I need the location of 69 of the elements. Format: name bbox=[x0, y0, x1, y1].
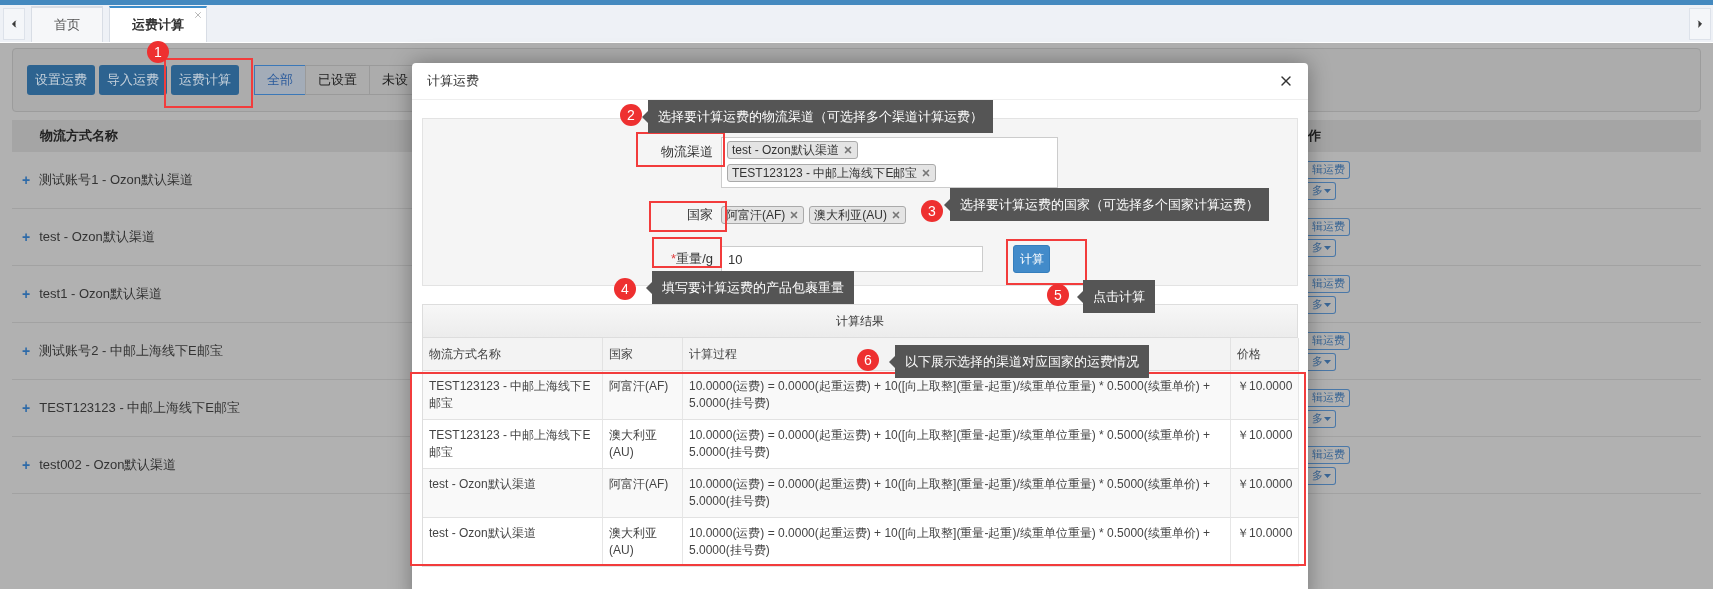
callout-tooltip: 选择要计算运费的国家（可选择多个国家计算运费） bbox=[944, 188, 1269, 221]
expand-icon[interactable]: + bbox=[22, 457, 31, 473]
caret-icon bbox=[1324, 245, 1331, 250]
caret-icon bbox=[1324, 302, 1331, 307]
table-cell: 测试账号2 - 中邮上海线下E邮宝 bbox=[39, 342, 223, 360]
column-header: 物流方式名称 bbox=[423, 338, 603, 371]
table-cell: 澳大利亚(AU) bbox=[603, 420, 683, 469]
dialog-title: 计算运费 bbox=[427, 72, 479, 90]
country-tag: 澳大利亚(AU) bbox=[809, 206, 906, 224]
table-cell: ￥10.0000 bbox=[1231, 518, 1300, 567]
table-cell: ￥10.0000 bbox=[1231, 469, 1300, 518]
weight-input[interactable]: 10 bbox=[721, 246, 983, 272]
table-cell: 10.0000(运费) = 0.0000(起重运费) + 10([向上取整](重量-起重)/续重单位重量) * 0.5000(续重单价) + 5.0000(挂号费) bbox=[683, 518, 1231, 567]
table-cell: ￥10.0000 bbox=[1231, 371, 1300, 420]
table-cell: 10.0000(运费) = 0.0000(起重运费) + 10([向上取整](重量-起重)/续重单位重量) * 0.5000(续重单价) + 5.0000(挂号费) bbox=[683, 371, 1231, 420]
expand-icon[interactable]: + bbox=[22, 343, 31, 359]
channel-tag: test - Ozon默认渠道 bbox=[727, 141, 858, 159]
column-header: 作 bbox=[1308, 120, 1701, 152]
field-label: *重量/g bbox=[671, 250, 713, 268]
expand-icon[interactable]: + bbox=[22, 172, 31, 188]
callout-tooltip: 填写要计算运费的产品包裹重量 bbox=[646, 271, 854, 304]
column-header: 价格 bbox=[1231, 338, 1300, 371]
caret-icon bbox=[1324, 416, 1331, 421]
table-cell: 阿富汗(AF) bbox=[603, 371, 683, 420]
table-cell: TEST123123 - 中邮上海线下E邮宝 bbox=[39, 399, 240, 417]
table-cell: ￥10.0000 bbox=[1231, 420, 1300, 469]
remove-icon[interactable] bbox=[921, 168, 932, 178]
callout-tooltip: 以下展示选择的渠道对应国家的运费情况 bbox=[889, 345, 1149, 378]
country-tag: 阿富汗(AF) bbox=[721, 206, 805, 224]
table-cell: 10.0000(运费) = 0.0000(起重运费) + 10([向上取整](重量-起重)/续重单位重量) * 0.5000(续重单价) + 5.0000(挂号费) bbox=[683, 420, 1231, 469]
scroll-left-button[interactable] bbox=[3, 8, 25, 40]
column-header: 国家 bbox=[603, 338, 683, 371]
table-cell: 阿富汗(AF) bbox=[603, 469, 683, 518]
callout-tooltip: 点击计算 bbox=[1077, 280, 1155, 313]
tab[interactable]: 运费计算 bbox=[109, 6, 207, 42]
table-cell: test - Ozon默认渠道 bbox=[39, 228, 155, 246]
channel-tag: TEST123123 - 中邮上海线下E邮宝 bbox=[727, 164, 937, 182]
scroll-right-button[interactable] bbox=[1689, 8, 1711, 40]
expand-icon[interactable]: + bbox=[22, 400, 31, 416]
channel-select[interactable]: test - Ozon默认渠道 TEST123123 - 中邮上海线下E邮宝 bbox=[721, 137, 1058, 188]
toolbar-button[interactable]: 导入运费 bbox=[99, 65, 167, 95]
table-cell: 测试账号1 - Ozon默认渠道 bbox=[39, 171, 194, 189]
table-cell: 澳大利亚(AU) bbox=[603, 518, 683, 567]
table-cell: test002 - Ozon默认渠道 bbox=[39, 456, 177, 474]
tab[interactable]: 首页 bbox=[31, 6, 103, 42]
callout-tooltip: 选择要计算运费的物流渠道（可选择多个渠道计算运费） bbox=[642, 100, 993, 133]
expand-icon[interactable]: + bbox=[22, 229, 31, 245]
table-cell: 10.0000(运费) = 0.0000(起重运费) + 10([向上取整](重量-起重)/续重单位重量) * 0.5000(续重单价) + 5.0000(挂号费) bbox=[683, 469, 1231, 518]
toolbar-button[interactable]: 运费计算 bbox=[171, 65, 239, 95]
close-icon[interactable] bbox=[193, 10, 203, 20]
remove-icon[interactable] bbox=[891, 210, 901, 220]
table-cell: test1 - Ozon默认渠道 bbox=[39, 285, 162, 303]
table-cell: TEST123123 - 中邮上海线下E邮宝 bbox=[423, 420, 603, 469]
table-cell: test - Ozon默认渠道 bbox=[423, 469, 603, 518]
caret-icon bbox=[1324, 473, 1331, 478]
highlight-frame bbox=[652, 237, 722, 268]
expand-icon[interactable]: + bbox=[22, 286, 31, 302]
calculate-button[interactable]: 计算 bbox=[1013, 245, 1050, 273]
caret-icon bbox=[1324, 359, 1331, 364]
filter-button[interactable]: 全部 bbox=[254, 65, 306, 95]
table-cell: TEST123123 - 中邮上海线下E邮宝 bbox=[423, 371, 603, 420]
field-label: 国家 bbox=[687, 206, 713, 224]
caret-icon bbox=[1324, 188, 1331, 193]
remove-icon[interactable] bbox=[789, 210, 800, 220]
table-cell: test - Ozon默认渠道 bbox=[423, 518, 603, 567]
filter-button[interactable]: 已设置 bbox=[305, 65, 370, 95]
toolbar-button[interactable]: 设置运费 bbox=[27, 65, 95, 95]
remove-icon[interactable] bbox=[842, 145, 853, 155]
results-title: 计算结果 bbox=[423, 305, 1297, 338]
